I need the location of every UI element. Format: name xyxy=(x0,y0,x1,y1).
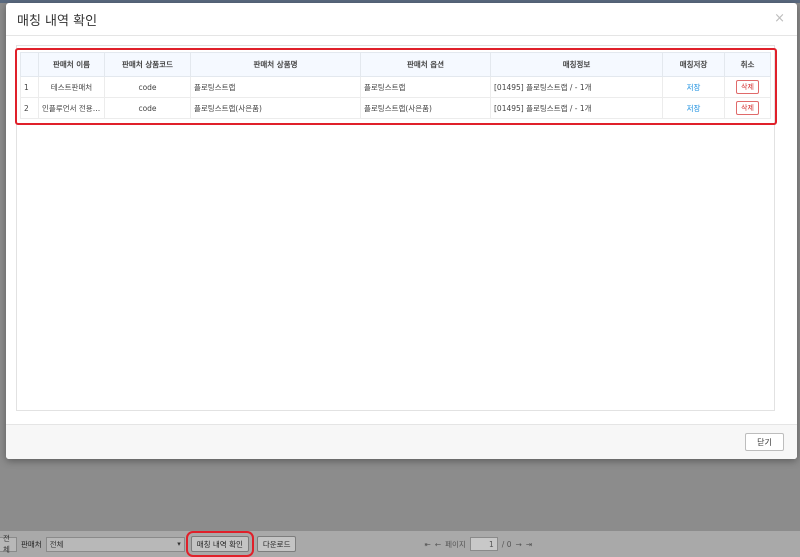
column-header-product-code[interactable]: 판매처 상품코드 xyxy=(104,52,191,77)
page-total: / 0 xyxy=(501,539,512,549)
product-name-cell: 플로팅스트랩(사은품) xyxy=(190,97,361,119)
column-header-cancel[interactable]: 취소 xyxy=(724,52,771,77)
option-cell: 플로팅스트랩 xyxy=(360,76,491,98)
page-label: 페이지 xyxy=(445,539,466,549)
column-header-option[interactable]: 판매처 옵션 xyxy=(360,52,491,77)
option-cell: 플로팅스트랩(사은품) xyxy=(360,97,491,119)
product-code-cell: code xyxy=(104,97,191,119)
close-button[interactable]: 닫기 xyxy=(745,433,784,451)
seller-name-cell: 인플루언서 전용 ... xyxy=(38,97,105,119)
save-cell: 저장 xyxy=(662,97,725,119)
last-page-icon[interactable]: ⇥ xyxy=(526,540,532,549)
match-info-cell: [01495] 플로팅스트랩 / - 1개 xyxy=(490,97,663,119)
match-info-cell: [01495] 플로팅스트랩 / - 1개 xyxy=(490,76,663,98)
close-button-label: 닫기 xyxy=(757,437,772,447)
save-cell: 저장 xyxy=(662,76,725,98)
modal-header: 매칭 내역 확인 xyxy=(6,3,797,36)
chevron-down-icon: ▾ xyxy=(177,540,181,548)
first-page-icon[interactable]: ⇤ xyxy=(424,540,430,549)
download-button[interactable]: 다운로드 xyxy=(256,536,297,552)
download-label: 다운로드 xyxy=(262,539,291,549)
row-number: 2 xyxy=(20,97,39,119)
match-history-label: 매칭 내역 확인 xyxy=(196,539,243,549)
next-page-icon[interactable]: → xyxy=(515,540,521,549)
close-icon[interactable]: × xyxy=(774,11,785,26)
cancel-cell: 삭제 xyxy=(724,97,771,119)
match-table: 판매처 이름 판매처 상품코드 판매처 상품명 판매처 옵션 매칭정보 매칭저장… xyxy=(20,52,771,119)
page-input-value: 1 xyxy=(489,539,494,549)
modal-title: 매칭 내역 확인 xyxy=(17,13,98,29)
bottom-toolbar: 전체 판매처 전체 ▾ 매칭 내역 확인 다운로드 ⇤ ← 페이지 1 / 0 … xyxy=(0,531,800,557)
seller-select[interactable]: 전체 ▾ xyxy=(45,536,185,552)
page-input[interactable]: 1 xyxy=(469,537,498,551)
seller-label: 판매처 xyxy=(21,539,42,549)
delete-button[interactable]: 삭제 xyxy=(736,101,759,115)
match-history-button[interactable]: 매칭 내역 확인 xyxy=(185,531,254,557)
status-filter-select[interactable]: 전체 xyxy=(0,534,17,554)
delete-button[interactable]: 삭제 xyxy=(736,80,759,94)
seller-name-cell: 테스트판매처 xyxy=(38,76,105,98)
column-header-match-info[interactable]: 매칭정보 xyxy=(490,52,663,77)
column-header-seller-name[interactable]: 판매처 이름 xyxy=(38,52,105,77)
column-header-match-save[interactable]: 매칭저장 xyxy=(662,52,725,77)
column-header-product-name[interactable]: 판매처 상품명 xyxy=(190,52,361,77)
table-header-row: 판매처 이름 판매처 상품코드 판매처 상품명 판매처 옵션 매칭정보 매칭저장… xyxy=(20,52,771,77)
match-history-modal: 매칭 내역 확인 × 판매처 이름 판매처 상품코드 판매처 상품명 판매처 옵… xyxy=(6,3,797,459)
table-row[interactable]: 2 인플루언서 전용 ... code 플로팅스트랩(사은품) 플로팅스트랩(사… xyxy=(20,97,771,119)
pagination: ⇤ ← 페이지 1 / 0 → ⇥ xyxy=(424,537,532,551)
product-name-cell: 플로팅스트랩 xyxy=(190,76,361,98)
cancel-cell: 삭제 xyxy=(724,76,771,98)
save-link[interactable]: 저장 xyxy=(687,104,701,113)
prev-page-icon[interactable]: ← xyxy=(435,540,441,549)
status-filter-value: 전체 xyxy=(3,534,10,554)
modal-footer: 닫기 xyxy=(6,424,797,459)
product-code-cell: code xyxy=(104,76,191,98)
save-link[interactable]: 저장 xyxy=(687,83,701,92)
column-header-index xyxy=(20,52,39,77)
table-row[interactable]: 1 테스트판매처 code 플로팅스트랩 플로팅스트랩 [01495] 플로팅스… xyxy=(20,76,771,98)
row-number: 1 xyxy=(20,76,39,98)
seller-select-value: 전체 xyxy=(49,539,64,549)
